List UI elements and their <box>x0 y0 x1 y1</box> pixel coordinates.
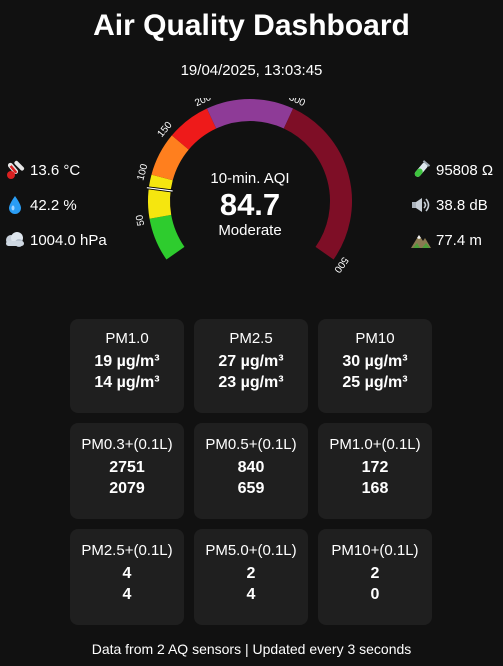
aqi-category: Moderate <box>218 222 282 239</box>
pm-card-value-1: 2 <box>370 565 380 582</box>
humidity-reading: 42.2 % <box>4 194 107 216</box>
pm-card-value-2: 2079 <box>109 480 145 497</box>
pm-card-title: PM0.5+(0.1L) <box>205 436 297 453</box>
aqi-gauge: 50 100 150 200 300 500 10-min. AQI 84.7 Moder… <box>130 98 370 298</box>
pm-card: PM5.0+(0.1L) 2 4 <box>194 529 308 625</box>
pm-card-title: PM2.5+(0.1L) <box>81 542 173 559</box>
noise-value: 38.8 dB <box>436 196 488 214</box>
test-tube-icon <box>410 160 432 180</box>
pm-card-value-2: 0 <box>370 586 380 603</box>
aqi-gauge-center: 10-min. AQI 84.7 Moderate <box>190 170 310 240</box>
pm-card-title: PM1.0+(0.1L) <box>329 436 421 453</box>
gas-resistance-value: 95808 Ω <box>436 161 494 179</box>
footer-text: Data from 2 AQ sensors | Updated every 3… <box>91 641 412 657</box>
pressure-reading: 1004.0 hPa <box>4 229 107 251</box>
pm-card-value-1: 172 <box>361 459 389 476</box>
pm-card: PM10+(0.1L) 2 0 <box>318 529 432 625</box>
pm-card-title: PM10 <box>355 330 395 347</box>
dashboard-page: Air Quality Dashboard 19/04/2025, 13:03:… <box>0 0 503 666</box>
pm-card-title: PM0.3+(0.1L) <box>81 436 173 453</box>
pm-card-value-2: 14 µg/m³ <box>94 374 160 391</box>
pm-card-value-2: 25 µg/m³ <box>342 374 408 391</box>
temperature-value: 13.6 °C <box>30 161 81 179</box>
water-drop-icon <box>4 195 26 215</box>
pm-card: PM2.5+(0.1L) 4 4 <box>70 529 184 625</box>
pm-grid: PM1.0 19 µg/m³ 14 µg/m³ PM2.5 27 µg/m³ 2… <box>70 319 433 625</box>
pm-card-value-1: 30 µg/m³ <box>342 353 408 370</box>
speaker-icon <box>410 195 432 215</box>
pm-card-title: PM2.5 <box>229 330 273 347</box>
altitude-value: 77.4 m <box>436 231 482 249</box>
gauge-tick-label: 100 <box>135 162 150 181</box>
pm-card-value-2: 23 µg/m³ <box>218 374 284 391</box>
aqi-label: 10-min. AQI <box>210 170 290 187</box>
gauge-tick-label: 50 <box>134 213 147 226</box>
fog-icon <box>4 230 26 250</box>
right-readings: 95808 Ω 38.8 dB 77.4 m <box>410 159 493 264</box>
pm-card: PM1.0+(0.1L) 172 168 <box>318 423 432 519</box>
timestamp: 19/04/2025, 13:03:45 <box>180 62 323 79</box>
humidity-value: 42.2 % <box>30 196 77 214</box>
page-title: Air Quality Dashboard <box>93 9 410 42</box>
pm-card-value-2: 4 <box>246 586 256 603</box>
pm-card: PM0.3+(0.1L) 2751 2079 <box>70 423 184 519</box>
temperature-reading: 13.6 °C <box>4 159 107 181</box>
gauge-band-moderate <box>148 174 173 219</box>
pm-card-value-2: 168 <box>361 480 389 497</box>
gauge-band-very-unhealthy <box>206 99 294 129</box>
pm-card: PM10 30 µg/m³ 25 µg/m³ <box>318 319 432 413</box>
aqi-value: 84.7 <box>219 187 281 222</box>
pm-card-title: PM10+(0.1L) <box>331 542 419 559</box>
altitude-reading: 77.4 m <box>410 229 493 251</box>
noise-reading: 38.8 dB <box>410 194 493 216</box>
pm-card-value-1: 2751 <box>109 459 145 476</box>
pm-card-value-2: 659 <box>237 480 265 497</box>
gas-resistance-reading: 95808 Ω <box>410 159 493 181</box>
gauge-band-unhealthy <box>171 108 217 150</box>
pm-card: PM0.5+(0.1L) 840 659 <box>194 423 308 519</box>
pm-card-value-1: 840 <box>237 459 265 476</box>
pm-card-value-2: 4 <box>122 586 132 603</box>
thermometer-icon <box>4 160 26 180</box>
mountain-icon <box>410 230 432 250</box>
gauge-band-usg <box>151 135 189 181</box>
pm-card-value-1: 2 <box>246 565 256 582</box>
pm-card-value-1: 27 µg/m³ <box>218 353 284 370</box>
pm-card-value-1: 19 µg/m³ <box>94 353 160 370</box>
pm-card-value-1: 4 <box>122 565 132 582</box>
pm-card-title: PM5.0+(0.1L) <box>205 542 297 559</box>
pm-card-title: PM1.0 <box>105 330 149 347</box>
pressure-value: 1004.0 hPa <box>30 231 107 249</box>
gauge-band-good <box>149 214 185 260</box>
pm-card: PM2.5 27 µg/m³ 23 µg/m³ <box>194 319 308 413</box>
pm-card: PM1.0 19 µg/m³ 14 µg/m³ <box>70 319 184 413</box>
left-readings: 13.6 °C 42.2 % 1004.0 hPa <box>4 159 107 264</box>
